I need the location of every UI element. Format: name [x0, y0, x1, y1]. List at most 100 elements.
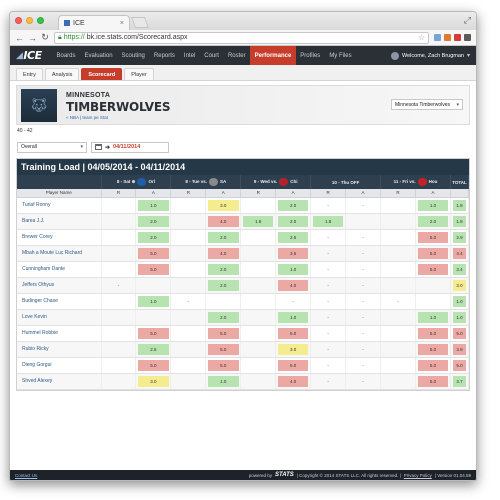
player-name-link[interactable]: Dieng Gorgui [17, 357, 102, 374]
new-tab-button[interactable] [130, 17, 150, 28]
load-cell [101, 261, 137, 278]
load-cell: - [310, 357, 347, 374]
nav-item-performance[interactable]: Performance [250, 46, 296, 65]
maximize-window-button[interactable] [37, 17, 44, 24]
browser-window: ICE × ⤢ ← → ↻ 🔒︎ https://bk.ice.stats.co… [9, 11, 477, 481]
load-value: 1.0 [277, 311, 309, 323]
tab-scorecard[interactable]: Scorecard [81, 68, 123, 80]
extension-icon[interactable] [444, 34, 451, 41]
nav-item-boards[interactable]: Boards [52, 46, 80, 65]
calendar-icon[interactable] [95, 144, 102, 150]
team-name: TIMBERWOLVES [66, 100, 171, 114]
close-tab-icon[interactable]: × [120, 20, 124, 27]
tab-analysis[interactable]: Analysis [44, 68, 80, 80]
load-cell: - [345, 325, 381, 342]
load-cell: - [310, 277, 347, 294]
load-cell [101, 197, 137, 214]
activity-column-header: A [415, 189, 452, 198]
load-cell: - [345, 293, 381, 310]
load-cell: 2.5 [275, 229, 312, 246]
contact-us-link[interactable]: Contact Us [15, 473, 37, 478]
total-cell: 1.8 [450, 213, 469, 230]
rest-column-header: R [170, 189, 207, 198]
total-value: 3.0 [452, 279, 467, 291]
url-field[interactable]: 🔒︎ https://bk.ice.stats.com/Scorecard.as… [54, 31, 429, 44]
load-cell [415, 277, 452, 294]
browser-tab[interactable]: ICE × [58, 15, 130, 30]
load-value: 1.0 [417, 311, 449, 323]
nav-item-intel[interactable]: Intel [179, 46, 199, 65]
load-cell: - [345, 277, 381, 294]
nav-item-roster[interactable]: Roster [223, 46, 250, 65]
load-value: 5.0 [208, 343, 239, 355]
load-cell: 4.0 [205, 245, 242, 262]
load-value: - [362, 298, 364, 304]
footer: Contact Us powered by STATS | Copyright … [10, 470, 476, 480]
privacy-policy-link[interactable]: Privacy Policy [404, 473, 432, 478]
player-name-header[interactable]: Player Name [17, 189, 102, 198]
load-cell: 2.0 [205, 261, 242, 278]
load-cell [240, 341, 277, 358]
player-name-link[interactable]: Cunningham Dante [17, 261, 102, 278]
period-select[interactable]: Overall ▾ [17, 141, 87, 153]
extension-icon[interactable] [454, 34, 461, 41]
load-cell: 2.0 [205, 277, 242, 294]
load-cell: 2.0 [205, 309, 242, 326]
user-menu[interactable]: Welcome, Zach Brugman ▾ [391, 46, 470, 65]
bookmark-star-icon[interactable]: ☆ [418, 33, 425, 42]
total-value: 4.4 [452, 247, 467, 259]
minimize-window-button[interactable] [26, 17, 33, 24]
player-name-link[interactable]: Hummel Robbie [17, 325, 102, 342]
table-row: Budinger Chase 1.0 - - - - - 1.0 [17, 293, 469, 310]
extension-icon[interactable] [434, 34, 441, 41]
player-name-link[interactable]: Shved Alexey [17, 373, 102, 390]
opponent-logo-icon [279, 178, 289, 186]
player-name-link[interactable]: Budinger Chase [17, 293, 102, 310]
player-name-link[interactable]: Barea J.J. [17, 213, 102, 230]
chevron-down-icon: ▾ [80, 144, 83, 150]
player-name-link[interactable]: Love Kevin [17, 309, 102, 326]
date-picker[interactable]: ➔ 04/11/2014 [91, 141, 169, 153]
load-cell: 5.0 [205, 341, 242, 358]
total-cell: 3.7 [450, 373, 469, 390]
player-name-link[interactable]: Brewer Corey [17, 229, 102, 246]
player-name-link[interactable]: Rubio Ricky [17, 341, 102, 358]
load-cell: 2.0 [135, 229, 172, 246]
tab-entry[interactable]: Entry [16, 68, 43, 80]
player-name-link[interactable]: Turiaf Ronny [17, 197, 102, 214]
load-value: - [327, 314, 329, 320]
load-value: - [362, 250, 364, 256]
arrow-right-icon[interactable]: ➔ [105, 144, 110, 151]
ice-logo[interactable]: ◢ ICE [10, 46, 52, 65]
close-window-button[interactable] [15, 17, 22, 24]
nav-item-reports[interactable]: Reports [149, 46, 179, 65]
player-name-link[interactable]: Jeffers Othyus [17, 277, 102, 294]
total-cell: 2.9 [450, 229, 469, 246]
total-cell: 1.8 [450, 197, 469, 214]
nav-item-my-files[interactable]: My Files [325, 46, 356, 65]
load-cell [240, 197, 277, 214]
team-links[interactable]: « NBA | team pe Stat [66, 115, 108, 120]
load-cell: - [310, 229, 347, 246]
load-value: - [362, 378, 364, 384]
player-name-link[interactable]: Mbah a Moute Luc Richard [17, 245, 102, 262]
load-cell: - [310, 197, 347, 214]
total-cell: 1.0 [450, 293, 469, 310]
load-cell: - [345, 261, 381, 278]
load-value: 1.0 [277, 263, 309, 275]
nav-item-evaluation[interactable]: Evaluation [80, 46, 117, 65]
tab-player[interactable]: Player [124, 68, 154, 80]
rest-column-header: R [101, 189, 137, 198]
team-select[interactable]: Minnesota Timberwolves ▾ [391, 99, 463, 110]
back-icon[interactable]: ← [15, 33, 24, 43]
reload-icon[interactable]: ↻ [41, 32, 49, 43]
load-cell: 5.0 [415, 245, 452, 262]
menu-icon[interactable] [464, 34, 471, 41]
fullscreen-icon[interactable]: ⤢ [464, 15, 471, 26]
forward-icon[interactable]: → [28, 33, 37, 43]
load-cell [240, 309, 277, 326]
nav-item-court[interactable]: Court [200, 46, 224, 65]
load-cell: 5.0 [415, 261, 452, 278]
nav-item-profiles[interactable]: Profiles [296, 46, 325, 65]
nav-item-scouting[interactable]: Scouting [117, 46, 149, 65]
